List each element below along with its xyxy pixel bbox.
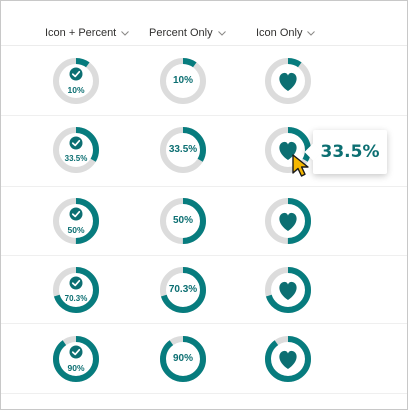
progress-ring-percent-only[interactable]: 90%: [158, 334, 208, 384]
progress-ring: [265, 267, 311, 313]
check-circle-icon: [69, 276, 83, 290]
progress-ring-percent-only[interactable]: 33.5%: [158, 125, 208, 175]
column-header-percent-only[interactable]: Percent Only: [149, 26, 227, 40]
percent-label: 70.3%: [168, 284, 198, 295]
progress-ring: [53, 127, 99, 173]
progress-ring: [53, 267, 99, 313]
row-divider: [1, 186, 407, 187]
progress-ring-icon-percent[interactable]: 50%: [51, 196, 101, 246]
percent-label: 70.3%: [64, 294, 88, 303]
column-header-label: Icon Only: [256, 27, 303, 39]
mouse-pointer-icon: [292, 154, 309, 177]
value-tooltip: 33.5%: [304, 130, 387, 174]
percent-label: 33.5%: [168, 144, 198, 155]
progress-ring-icon-only[interactable]: [263, 56, 313, 106]
percent-label: 90%: [67, 363, 85, 373]
check-circle-icon: [69, 207, 83, 221]
row-divider: [1, 255, 407, 256]
percent-label: 33.5%: [64, 154, 88, 163]
column-header-label: Percent Only: [149, 27, 213, 39]
column-header-icon-only[interactable]: Icon Only: [256, 26, 316, 40]
check-circle-icon: [69, 345, 83, 359]
progress-ring: [53, 58, 99, 104]
progress-ring: [265, 58, 311, 104]
progress-ring-gallery: Icon + Percent Percent Only Icon Only 10…: [0, 0, 408, 410]
progress-ring-percent-only[interactable]: 70.3%: [158, 265, 208, 315]
progress-ring-icon-percent[interactable]: 70.3%: [51, 265, 101, 315]
progress-ring: [265, 336, 311, 382]
check-circle-icon: [69, 136, 83, 150]
row-divider: [1, 393, 407, 394]
percent-label: 50%: [67, 225, 85, 235]
progress-ring-icon-percent[interactable]: 33.5%: [51, 125, 101, 175]
percent-label: 90%: [172, 353, 193, 364]
column-header-label: Icon + Percent: [45, 27, 117, 39]
percent-label: 10%: [67, 85, 85, 95]
row-divider: [1, 323, 407, 324]
progress-ring-icon-only[interactable]: [263, 334, 313, 384]
heart-icon: [279, 72, 297, 91]
column-header-icon-percent[interactable]: Icon + Percent: [45, 26, 130, 40]
progress-ring-icon-percent[interactable]: 90%: [51, 334, 101, 384]
heart-icon: [279, 281, 297, 300]
progress-ring-percent-only[interactable]: 10%: [158, 56, 208, 106]
row-divider: [1, 115, 407, 116]
progress-ring-icon-percent[interactable]: 10%: [51, 56, 101, 106]
heart-icon: [279, 350, 297, 369]
chevron-down-icon: [307, 31, 316, 36]
chevron-down-icon: [121, 31, 130, 36]
progress-track: [53, 58, 99, 104]
progress-arc: [53, 336, 99, 382]
check-circle-icon: [69, 67, 83, 81]
progress-ring-percent-only[interactable]: 50%: [158, 196, 208, 246]
heart-icon: [279, 212, 297, 231]
progress-ring-icon-only[interactable]: [263, 196, 313, 246]
percent-label: 10%: [172, 75, 193, 86]
chevron-down-icon: [217, 31, 226, 36]
percent-label: 50%: [172, 215, 193, 226]
progress-ring: [53, 336, 99, 382]
column-header-bar: Icon + Percent Percent Only Icon Only: [1, 1, 407, 46]
progress-ring: [265, 198, 311, 244]
tooltip-text: 33.5%: [320, 142, 380, 162]
progress-ring: [53, 198, 99, 244]
progress-ring-icon-only[interactable]: [263, 265, 313, 315]
